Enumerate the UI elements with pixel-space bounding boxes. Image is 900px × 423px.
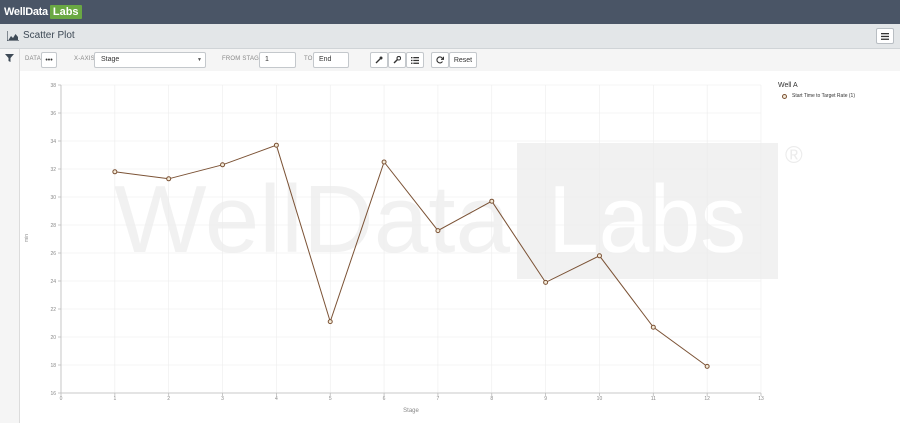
x-tick-label: 9	[544, 396, 547, 402]
legend-item-label: Start Time to Target Rate (1)	[792, 93, 855, 99]
y-axis-label: min	[24, 234, 30, 242]
watermark-text-labs: Labs	[548, 166, 746, 273]
y-tick-label: 32	[50, 167, 56, 173]
x-tick-label: 5	[329, 396, 332, 402]
x-tick-label: 12	[704, 396, 710, 402]
y-tick-label: 30	[50, 195, 56, 201]
y-tick-label: 16	[50, 391, 56, 397]
x-tick-label: 10	[597, 396, 603, 402]
x-tick-label: 0	[60, 396, 63, 402]
y-tick-label: 18	[50, 363, 56, 369]
data-point	[220, 162, 226, 168]
watermark: WellData Labs ®	[114, 142, 803, 279]
scatter-chart: WellData Labs ® 0 1 2 3 4 5 6 7 8 9 10 11 12 13161820…	[24, 83, 803, 414]
legend-item[interactable]: Start Time to Target Rate (1)	[782, 93, 855, 99]
data-point	[596, 253, 602, 259]
x-tick-label: 11	[651, 396, 656, 402]
y-tick-label: 34	[50, 139, 56, 145]
x-tick-label: 13	[758, 396, 764, 402]
data-point	[327, 319, 333, 325]
watermark-registered-mark: ®	[785, 142, 803, 169]
data-point	[543, 279, 549, 285]
y-tick-label: 24	[50, 279, 56, 285]
data-point	[381, 159, 387, 165]
y-tick-label: 26	[50, 251, 56, 257]
x-tick-label: 7	[437, 396, 440, 402]
legend-title: Well A	[778, 82, 798, 89]
chart-legend: Well A Start Time to Target Rate (1)	[778, 82, 855, 99]
x-axis-label: Stage	[403, 408, 419, 414]
x-tick-label: 3	[221, 396, 224, 402]
y-tick-label: 28	[50, 223, 56, 229]
y-tick-label: 20	[50, 335, 56, 341]
y-tick-label: 38	[50, 83, 56, 89]
x-tick-label: 4	[275, 396, 278, 402]
x-tick-label: 6	[383, 396, 386, 402]
legend-marker	[782, 93, 787, 99]
data-point	[273, 142, 279, 148]
data-point	[704, 363, 710, 369]
x-tick-label: 2	[167, 396, 170, 402]
data-point	[435, 228, 441, 234]
x-tick-label: 8	[490, 396, 493, 402]
data-point	[650, 324, 656, 330]
data-point	[112, 169, 118, 175]
data-point	[166, 176, 172, 182]
watermark-text: WellData	[114, 166, 511, 273]
y-tick-label: 22	[50, 307, 56, 313]
x-tick-label: 1	[113, 396, 116, 402]
data-point	[489, 198, 495, 204]
y-tick-label: 36	[50, 111, 56, 117]
